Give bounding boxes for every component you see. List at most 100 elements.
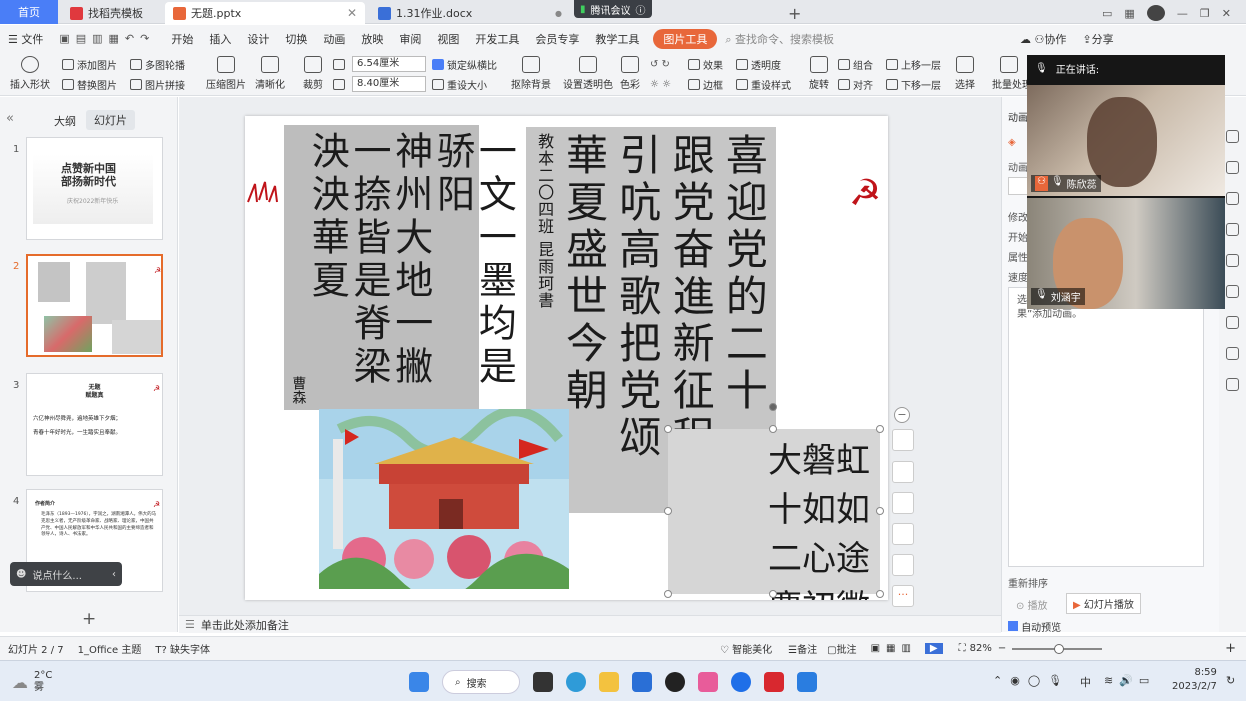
avatar[interactable]	[1146, 5, 1165, 21]
file-explorer-icon[interactable]	[599, 672, 619, 692]
clock[interactable]: 8:59 2023/2/7	[1172, 666, 1217, 693]
menu-teaching[interactable]: 教学工具	[587, 31, 647, 47]
notification-icon[interactable]: ↻	[1226, 674, 1235, 687]
sidebar-tool-icon[interactable]	[1226, 223, 1239, 236]
play-slideshow-icon[interactable]: ▶	[924, 643, 943, 654]
close-window-icon[interactable]: ✕	[1222, 7, 1231, 20]
layout-icon[interactable]: ▭	[1102, 7, 1112, 20]
menu-slideshow[interactable]: 放映	[353, 31, 391, 47]
resize-handle[interactable]	[876, 507, 884, 515]
edge-icon[interactable]	[566, 672, 586, 692]
rotate-button[interactable]: 旋转	[804, 56, 834, 91]
menu-review[interactable]: 审阅	[391, 31, 429, 47]
picture-collage-button[interactable]: 图片拼接	[130, 76, 185, 92]
resize-handle[interactable]	[769, 590, 777, 598]
sidebar-tool-icon[interactable]	[1226, 130, 1239, 143]
multi-carousel-button[interactable]: 多图轮播	[130, 56, 185, 72]
animation-list[interactable]: 选中幻灯片中的对象，单击“添加效果”添加动画。	[1008, 287, 1204, 567]
zoom-slider[interactable]	[1012, 643, 1103, 654]
music-app-icon[interactable]	[698, 672, 718, 692]
meeting-overlay[interactable]: 🎙 正在讲话: ⚇ 🎙 陈欣蕊 🎙 刘涵宇	[1027, 55, 1225, 309]
sidebar-tool-icon[interactable]	[1226, 161, 1239, 174]
width-input[interactable]: 8.40厘米	[352, 76, 426, 92]
tab-slides[interactable]: 幻灯片	[86, 110, 135, 130]
set-transparent-button[interactable]: 设置透明色	[560, 56, 616, 91]
lock-ratio-checkbox[interactable]: 锁定纵横比	[432, 56, 497, 72]
close-tab-icon[interactable]: ✕	[347, 6, 357, 20]
wps-icon[interactable]	[764, 672, 784, 692]
participant-video-1[interactable]: ⚇ 🎙 陈欣蕊	[1027, 85, 1225, 196]
rotate-handle[interactable]	[769, 403, 777, 411]
mail-icon[interactable]	[632, 672, 652, 692]
fit-icon[interactable]: ⛶	[959, 643, 966, 654]
height-input[interactable]: 6.54厘米	[352, 56, 426, 72]
menu-insert[interactable]: 插入	[201, 31, 239, 47]
sidebar-tool-icon[interactable]	[1226, 285, 1239, 298]
compress-button[interactable]: 压缩图片	[204, 56, 248, 91]
tab-template[interactable]: 找稻壳模板	[62, 2, 151, 24]
menu-animation[interactable]: 动画	[315, 31, 353, 47]
minimize-icon[interactable]: —	[1177, 7, 1188, 20]
task-view-icon[interactable]	[533, 672, 553, 692]
taskbar-search[interactable]: ⌕ 搜索	[442, 670, 520, 694]
tab-docx[interactable]: 1.31作业.docx ●	[370, 2, 570, 24]
share-button[interactable]: ⇪分享	[1074, 31, 1121, 47]
chevron-left-icon[interactable]: ‹	[112, 569, 122, 580]
batch-button[interactable]: 批量处理	[992, 56, 1032, 91]
menu-member[interactable]: 会员专享	[527, 31, 587, 47]
sharpen-button[interactable]: 清晰化	[250, 56, 290, 91]
autopreview-checkbox[interactable]: 自动预览	[1008, 619, 1061, 634]
image-replace-icon[interactable]	[892, 554, 914, 576]
restore-icon[interactable]: ❐	[1200, 7, 1210, 20]
reset-style-button[interactable]: 重设样式	[736, 76, 791, 92]
view-mode-icons[interactable]: ▣▦▥	[871, 643, 917, 654]
collapse-toolbar-icon[interactable]: −	[894, 407, 910, 423]
add-slide-button[interactable]: +	[82, 609, 96, 629]
tab-home[interactable]: 首页	[0, 0, 58, 24]
menu-view[interactable]: 视图	[429, 31, 467, 47]
play-button[interactable]: ⊙ 播放	[1016, 597, 1048, 612]
zoom-image-icon[interactable]	[892, 461, 914, 483]
effects-button[interactable]: 效果	[688, 56, 723, 72]
align-button[interactable]: 对齐	[838, 76, 873, 92]
reset-size-button[interactable]: 重设大小	[432, 76, 487, 92]
add-picture-button[interactable]: 添加图片	[62, 56, 117, 72]
menu-picture-tools[interactable]: 图片工具	[653, 28, 718, 49]
sidebar-tool-icon[interactable]	[1226, 254, 1239, 267]
group-button[interactable]: 组合	[838, 56, 873, 72]
slide-thumb-1[interactable]: 点赞新中国 部扬新时代 庆祝2022新年快乐	[26, 137, 163, 240]
windows-start-icon[interactable]	[409, 672, 429, 692]
crop-button[interactable]: 裁剪	[298, 56, 328, 91]
sidebar-tool-icon[interactable]	[1226, 316, 1239, 329]
grid-icon[interactable]: ▦	[1124, 7, 1134, 20]
dell-icon[interactable]	[665, 672, 685, 692]
brightness-icons[interactable]: ☼ ☼	[650, 76, 671, 92]
tiananmen-painting[interactable]	[319, 409, 569, 589]
weather-widget[interactable]: ☁ 2°C 雾	[12, 670, 52, 694]
notes-toggle[interactable]: ☰备注	[788, 641, 817, 656]
hamburger-icon[interactable]: ☰ 文件	[0, 31, 51, 47]
missing-font-button[interactable]: T? 缺失字体	[155, 641, 210, 656]
slide-thumb-2[interactable]: ☭	[26, 254, 163, 357]
resize-handle[interactable]	[664, 425, 672, 433]
smart-beautify-button[interactable]: ♡ 智能美化	[720, 641, 772, 656]
collapse-panel-icon[interactable]: «	[6, 111, 14, 126]
meeting-app-icon[interactable]	[797, 672, 817, 692]
send-backward-button[interactable]: 下移一层	[886, 76, 941, 92]
rotate-small-icons[interactable]: ↺ ↻	[650, 56, 670, 72]
zoom-slider-thumb[interactable]	[1054, 643, 1065, 654]
network-volume-battery-icons[interactable]: ≋🔊▭	[1104, 674, 1155, 687]
transparency-button[interactable]: 透明度	[736, 56, 781, 72]
calligraphy-work-3[interactable]: 大磐虹 十如如 二心途 慶初徽	[668, 429, 880, 600]
file-menu[interactable]: 文件	[21, 33, 43, 46]
participant-video-2[interactable]: 🎙 刘涵宇	[1027, 198, 1225, 309]
border-button[interactable]: 边框	[688, 76, 723, 92]
more-icon[interactable]: ···	[892, 585, 914, 607]
slide-2[interactable]: ☭ 一文一墨均是骄阳 神州大地一撇一捺皆是脊梁 泱泱華夏 曹森 喜迎党的二十 跟…	[245, 116, 888, 600]
comment-toggle[interactable]: ▢批注	[827, 641, 856, 656]
bulb-icon[interactable]	[892, 523, 914, 545]
insert-shape-button[interactable]: 插入形状	[6, 56, 54, 91]
theme-name[interactable]: 1_Office 主题	[78, 641, 142, 656]
resize-handle[interactable]	[769, 425, 777, 433]
sidebar-tool-icon[interactable]	[1226, 378, 1239, 391]
